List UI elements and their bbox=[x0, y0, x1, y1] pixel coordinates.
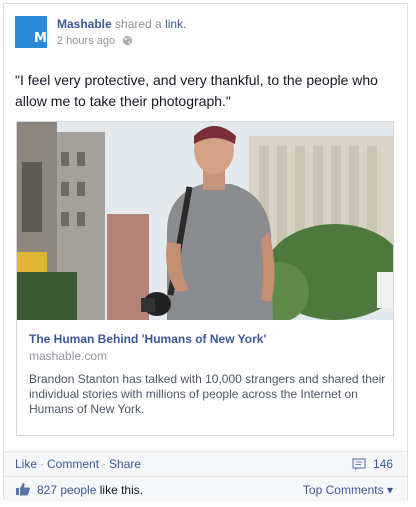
thumbs-up-icon bbox=[15, 482, 31, 501]
top-comments-dropdown[interactable]: Top Comments ▾ bbox=[303, 483, 393, 498]
post-message: "I feel very protective, and very thankf… bbox=[15, 72, 378, 109]
story-headline: Mashable shared a link. bbox=[57, 17, 186, 32]
globe-icon[interactable] bbox=[122, 35, 133, 50]
comment-count-value: 146 bbox=[372, 457, 393, 471]
story-header: M Mashable shared a link. 2 hours ago bbox=[15, 16, 395, 52]
avatar[interactable]: M bbox=[15, 16, 47, 48]
avatar-letter: M bbox=[34, 31, 47, 46]
like-count-link[interactable]: 827 people bbox=[37, 483, 96, 497]
likes-suffix: like this. bbox=[99, 483, 144, 497]
separator: · bbox=[102, 457, 107, 471]
shared-text: shared a bbox=[115, 17, 162, 31]
news-feed-story: M Mashable shared a link. 2 hours ago "I… bbox=[3, 3, 408, 501]
like-button[interactable]: Like bbox=[15, 457, 37, 471]
share-button[interactable]: Share bbox=[109, 457, 141, 471]
timestamp[interactable]: 2 hours ago bbox=[57, 35, 115, 47]
shared-link-description: Brandon Stanton has talked with 10,000 s… bbox=[29, 372, 386, 416]
separator: · bbox=[40, 457, 45, 471]
actor-name-link[interactable]: Mashable bbox=[57, 17, 112, 31]
shared-link-photo[interactable] bbox=[17, 122, 393, 320]
action-bar: Like · Comment · Share 146 bbox=[4, 451, 407, 476]
shared-link-attachment[interactable]: The Human Behind 'Humans of New York' ma… bbox=[16, 121, 394, 436]
comment-button[interactable]: Comment bbox=[47, 457, 99, 471]
comment-count[interactable]: 146 bbox=[352, 457, 393, 472]
top-comments-label: Top Comments bbox=[302, 483, 384, 497]
likes-bar: 827 people like this. Top Comments ▾ bbox=[4, 476, 407, 501]
story-meta: 2 hours ago bbox=[57, 34, 133, 50]
action-links: Like · Comment · Share bbox=[15, 457, 141, 472]
shared-link-domain: mashable.com bbox=[29, 349, 108, 363]
likes-summary: 827 people like this. bbox=[37, 483, 143, 498]
shared-link-word[interactable]: link. bbox=[165, 17, 186, 31]
chevron-down-icon: ▾ bbox=[386, 483, 393, 497]
comment-icon bbox=[352, 457, 373, 471]
shared-link-title[interactable]: The Human Behind 'Humans of New York' bbox=[29, 332, 266, 347]
